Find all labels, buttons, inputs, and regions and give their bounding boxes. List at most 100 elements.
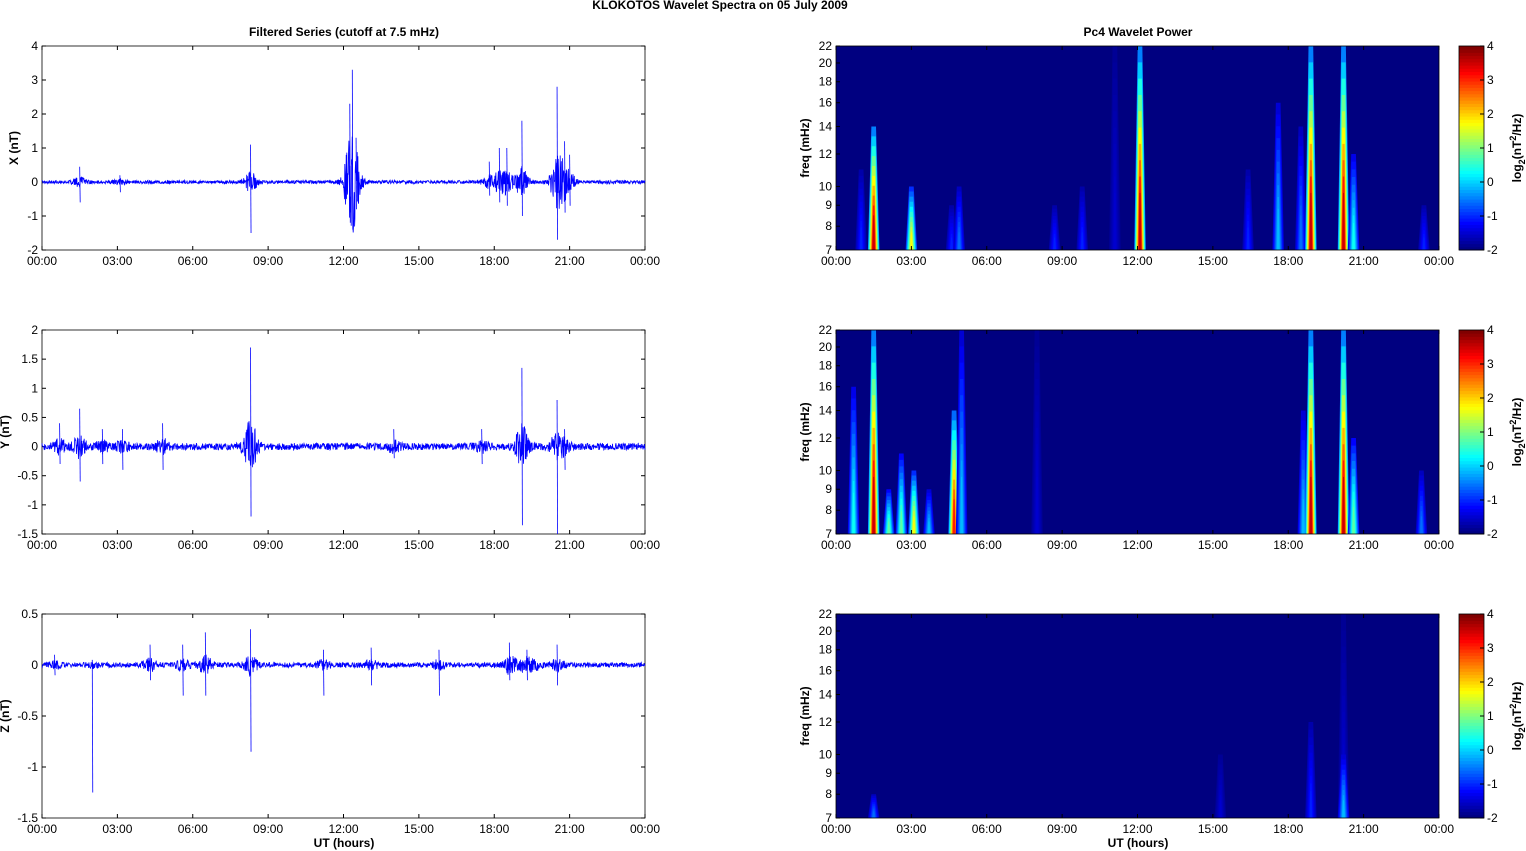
colorbar-swatch bbox=[1459, 617, 1484, 621]
colorbar-swatch bbox=[1459, 384, 1484, 388]
colorbar-swatch bbox=[1459, 409, 1484, 414]
colorbar-swatch bbox=[1459, 432, 1484, 436]
colorbar-swatch bbox=[1459, 68, 1484, 72]
spike-event bbox=[204, 632, 207, 696]
x-tick-label: 00:00 bbox=[1424, 822, 1454, 836]
colorbar-swatch bbox=[1459, 636, 1484, 640]
colorbar-swatch bbox=[1459, 744, 1484, 749]
colorbar-swatch bbox=[1459, 776, 1484, 781]
colorbar-tick-label: -1 bbox=[1487, 209, 1498, 223]
spike-event bbox=[556, 86, 558, 240]
colorbar-swatch bbox=[1459, 122, 1484, 127]
left-column-title: Filtered Series (cutoff at 7.5 mHz) bbox=[249, 25, 439, 39]
x-tick-label: 18:00 bbox=[1273, 822, 1303, 836]
colorbar-swatch bbox=[1459, 495, 1484, 500]
y-tick-label: 16 bbox=[819, 96, 833, 110]
colorbar-tick-label: 3 bbox=[1487, 357, 1494, 371]
spike-event bbox=[250, 347, 252, 517]
colorbar-swatch bbox=[1459, 393, 1484, 398]
colorbar-swatch bbox=[1459, 770, 1484, 774]
colorbar-swatch bbox=[1459, 342, 1484, 347]
colorbar-swatch bbox=[1459, 709, 1484, 714]
colorbar-tick-label: 2 bbox=[1487, 107, 1494, 121]
y-tick-label: 2 bbox=[31, 107, 38, 121]
colorbar-swatch bbox=[1459, 55, 1484, 60]
colorbar-swatch bbox=[1459, 649, 1484, 653]
colorbar-swatch bbox=[1459, 693, 1484, 698]
colorbar-swatch bbox=[1459, 457, 1484, 462]
y-axis-label: freq (mHz) bbox=[798, 118, 812, 177]
colorbar-swatch bbox=[1459, 138, 1484, 143]
colorbar-swatch bbox=[1459, 240, 1484, 245]
y-tick-label: -0.5 bbox=[17, 709, 38, 723]
y-axis-label: X (nT) bbox=[7, 131, 21, 165]
colorbar-swatch bbox=[1459, 132, 1484, 136]
colorbar-swatch bbox=[1459, 425, 1484, 430]
x-tick-label: 09:00 bbox=[253, 254, 283, 268]
colorbar-swatch bbox=[1459, 802, 1484, 806]
colorbar-swatch bbox=[1459, 406, 1484, 411]
colorbar-swatch bbox=[1459, 447, 1484, 452]
x-tick-label: 00:00 bbox=[630, 538, 660, 552]
colorbar-swatch bbox=[1459, 505, 1484, 509]
colorbar-swatch bbox=[1459, 467, 1484, 471]
x-tick-label: 00:00 bbox=[821, 822, 851, 836]
y-tick-label: 18 bbox=[819, 643, 833, 657]
colorbar-swatch bbox=[1459, 518, 1484, 522]
x-tick-label: 12:00 bbox=[1122, 822, 1152, 836]
colorbar-swatch bbox=[1459, 71, 1484, 76]
y-tick-label: 0.5 bbox=[21, 607, 38, 621]
spike-event bbox=[564, 141, 566, 213]
colorbar-swatch bbox=[1459, 112, 1484, 117]
colorbar-swatch bbox=[1459, 479, 1484, 484]
colorbar-swatch bbox=[1459, 741, 1484, 746]
colorbar-label: log2(nT2/Hz) bbox=[1508, 682, 1526, 751]
colorbar-swatch bbox=[1459, 441, 1484, 446]
colorbar-swatch bbox=[1459, 352, 1484, 356]
colorbar-swatch bbox=[1459, 119, 1484, 123]
spike-event bbox=[122, 429, 124, 470]
spike-event bbox=[79, 166, 81, 203]
x-tick-label: 15:00 bbox=[404, 538, 434, 552]
y-tick-label: 4 bbox=[31, 39, 38, 53]
colorbar-swatch bbox=[1459, 103, 1484, 108]
colorbar-tick-label: 0 bbox=[1487, 175, 1494, 189]
colorbar-swatch bbox=[1459, 106, 1484, 111]
colorbar-swatch bbox=[1459, 371, 1484, 376]
y-axis-label: freq (mHz) bbox=[798, 686, 812, 745]
y-tick-label: 8 bbox=[825, 219, 832, 233]
x-tick-label: 12:00 bbox=[328, 538, 358, 552]
colorbar-swatch bbox=[1459, 773, 1484, 778]
y-tick-label: 18 bbox=[819, 359, 833, 373]
colorbar-swatch bbox=[1459, 808, 1484, 813]
x-tick-label: 03:00 bbox=[896, 254, 926, 268]
spike-event bbox=[370, 647, 373, 686]
colorbar-swatch bbox=[1459, 760, 1484, 765]
y-tick-label: 8 bbox=[825, 787, 832, 801]
x-tick-label: 09:00 bbox=[1047, 254, 1077, 268]
spike-event bbox=[79, 408, 81, 482]
colorbar-swatch bbox=[1459, 192, 1484, 197]
colorbar-swatch bbox=[1459, 237, 1484, 241]
y-tick-label: 12 bbox=[819, 147, 833, 161]
spike-event bbox=[488, 161, 491, 196]
colorbar-swatch bbox=[1459, 779, 1484, 784]
colorbar-swatch bbox=[1459, 614, 1484, 618]
colorbar-swatch bbox=[1459, 422, 1484, 427]
colorbar-tick-label: 3 bbox=[1487, 73, 1494, 87]
colorbar-swatch bbox=[1459, 798, 1484, 803]
colorbar-swatch bbox=[1459, 738, 1484, 742]
y-tick-label: 16 bbox=[819, 380, 833, 394]
colorbar-swatch bbox=[1459, 757, 1484, 762]
x-tick-label: 18:00 bbox=[479, 254, 509, 268]
y-tick-label: 22 bbox=[819, 607, 833, 621]
colorbar: -2 -1 0 1 2 3 4 log2(nT2/Hz) bbox=[1458, 39, 1526, 257]
x-tick-label: 21:00 bbox=[555, 822, 585, 836]
colorbar-swatch bbox=[1459, 135, 1484, 139]
colorbar-swatch bbox=[1459, 230, 1484, 235]
colorbar-swatch bbox=[1459, 49, 1484, 53]
x-tick-label: 15:00 bbox=[1198, 254, 1228, 268]
spectrogram-panel-x: 7891012141618202200:00 03:00 06:00 09:00 12:… bbox=[798, 39, 1526, 268]
colorbar-swatch bbox=[1459, 470, 1484, 474]
colorbar-swatch bbox=[1459, 390, 1484, 395]
